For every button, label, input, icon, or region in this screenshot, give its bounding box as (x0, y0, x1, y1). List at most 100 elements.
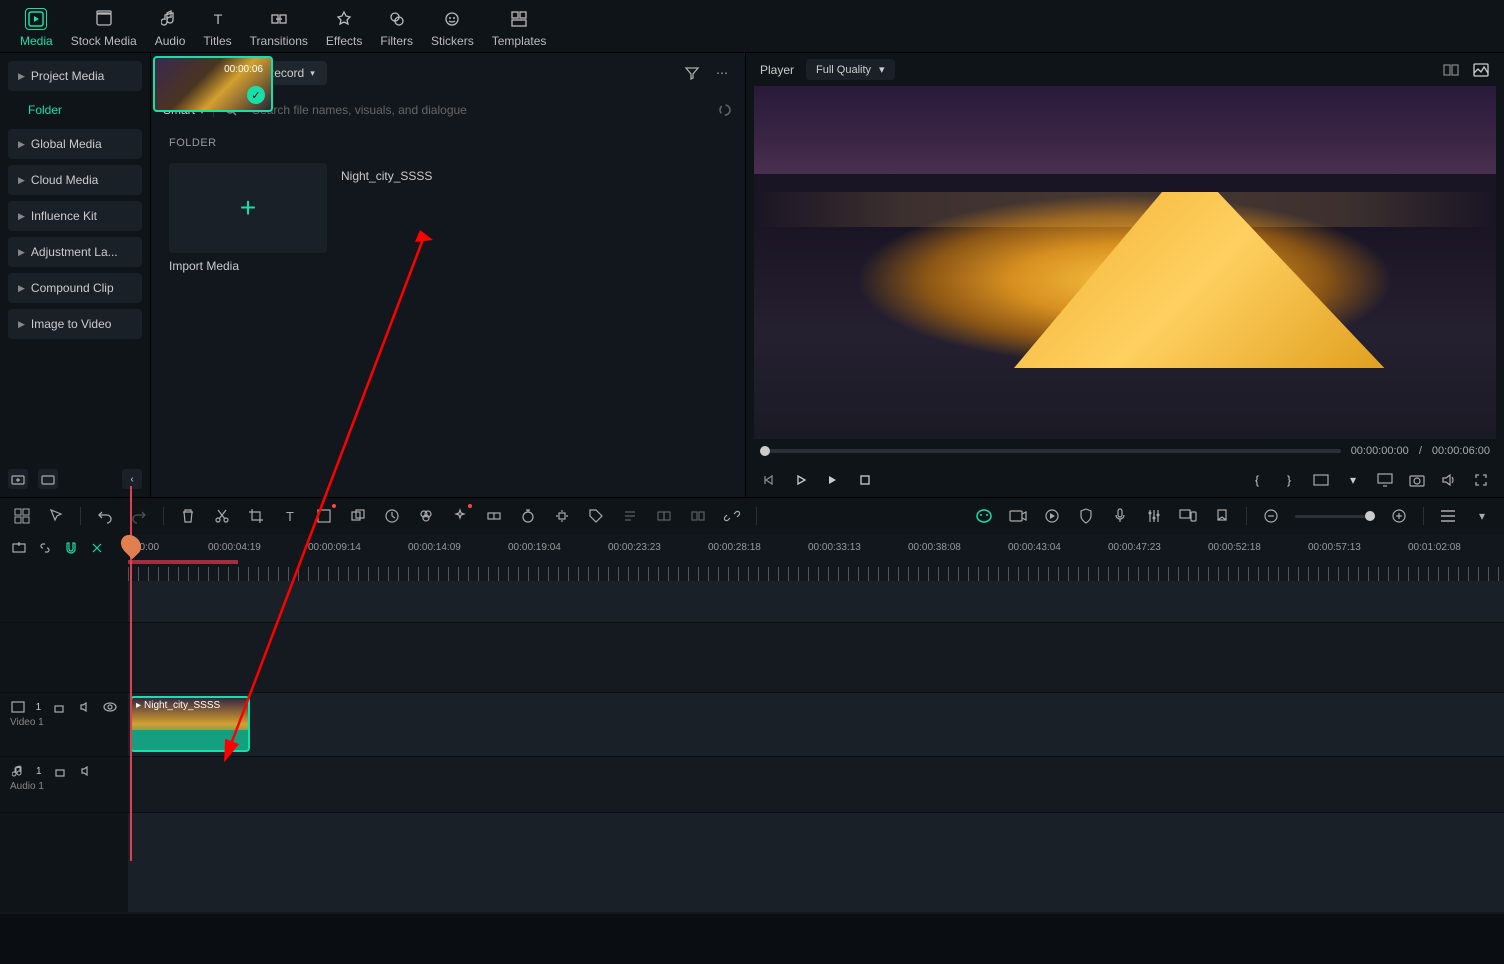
media-panel: Import▾ Record▾ ⋯ Smart▾ FOLDER + Import… (150, 53, 745, 497)
fullscreen-icon[interactable] (1472, 471, 1490, 489)
cursor-icon[interactable] (46, 506, 66, 526)
sidebar-item-influence-kit[interactable]: ▶Influence Kit (8, 201, 142, 231)
mic-icon[interactable] (1110, 506, 1130, 526)
mark-in-button[interactable]: { (1248, 471, 1266, 489)
play-button[interactable] (792, 471, 810, 489)
plus-icon: + (240, 192, 256, 224)
view-dropdown-icon[interactable]: ▾ (1472, 506, 1492, 526)
sidebar-item-adjustment-layer[interactable]: ▶Adjustment La... (8, 237, 142, 267)
keyframe-button[interactable] (484, 506, 504, 526)
tab-effects[interactable]: Effects (326, 8, 362, 48)
crop-zoom-button[interactable] (314, 506, 334, 526)
tab-audio[interactable]: Audio (155, 8, 186, 48)
timeline-clip[interactable]: ▸Night_city_SSSS (130, 696, 250, 752)
zoom-in-button[interactable] (1389, 506, 1409, 526)
chevron-right-icon: ▶ (18, 71, 25, 82)
redo-button[interactable] (129, 506, 149, 526)
color-button[interactable] (416, 506, 436, 526)
chevron-down-icon[interactable]: ▾ (1344, 471, 1362, 489)
new-folder-icon[interactable] (8, 469, 28, 489)
tab-stickers[interactable]: Stickers (431, 8, 474, 48)
sidebar-item-global-media[interactable]: ▶Global Media (8, 129, 142, 159)
devices-icon[interactable] (1178, 506, 1198, 526)
visibility-icon[interactable] (102, 699, 118, 715)
import-media-card[interactable]: + (169, 163, 327, 253)
filter-icon[interactable] (681, 62, 703, 84)
time-sep: / (1419, 445, 1422, 457)
scrub-slider[interactable] (760, 449, 1341, 453)
list-view-icon[interactable] (1438, 506, 1458, 526)
tab-media[interactable]: Media (20, 8, 53, 48)
prev-frame-button[interactable] (760, 471, 778, 489)
tab-stock-media[interactable]: Stock Media (71, 8, 137, 48)
image-icon[interactable] (1472, 61, 1490, 79)
mute-track-icon[interactable] (78, 763, 94, 779)
zoom-out-button[interactable] (1261, 506, 1281, 526)
tab-transitions[interactable]: Transitions (250, 8, 308, 48)
align-button[interactable] (620, 506, 640, 526)
video-track-label: Video 1 (10, 717, 118, 728)
face-icon[interactable] (974, 506, 994, 526)
grid-icon[interactable] (12, 506, 32, 526)
text-button[interactable]: T (280, 506, 300, 526)
shield-icon[interactable] (1076, 506, 1096, 526)
chevron-down-icon: ▾ (879, 63, 885, 76)
ai-button[interactable] (450, 506, 470, 526)
crop-button[interactable] (246, 506, 266, 526)
ungroup-button[interactable] (688, 506, 708, 526)
snapshot-icon[interactable] (1408, 471, 1426, 489)
folder-icon[interactable] (38, 469, 58, 489)
video-track[interactable]: ▸Night_city_SSSS (128, 693, 1504, 756)
mute-track-icon[interactable] (77, 699, 93, 715)
timeline-ruler[interactable]: 00:00 00:00:04:19 00:00:09:14 00:00:14:0… (128, 534, 1504, 582)
volume-icon[interactable] (1440, 471, 1458, 489)
auto-cut-icon[interactable] (88, 539, 106, 557)
zoom-slider[interactable] (1295, 515, 1375, 518)
unlink-button[interactable] (722, 506, 742, 526)
display-icon[interactable] (1376, 471, 1394, 489)
compare-icon[interactable] (1442, 61, 1460, 79)
marker-icon[interactable] (1212, 506, 1232, 526)
mixer-icon[interactable] (1144, 506, 1164, 526)
sidebar-item-compound-clip[interactable]: ▶Compound Clip (8, 273, 142, 303)
tab-filters[interactable]: Filters (380, 8, 413, 48)
mask-button[interactable] (348, 506, 368, 526)
playback-icon[interactable] (1042, 506, 1062, 526)
search-input[interactable] (248, 99, 707, 121)
add-track-icon[interactable] (10, 539, 28, 557)
lock-track-icon[interactable] (51, 699, 67, 715)
stop-button[interactable] (856, 471, 874, 489)
folder-section-label: FOLDER (151, 127, 745, 155)
track-motion-button[interactable] (552, 506, 572, 526)
undo-button[interactable] (95, 506, 115, 526)
cut-button[interactable] (212, 506, 232, 526)
audio-track[interactable] (128, 757, 1504, 812)
tab-titles[interactable]: TTitles (203, 8, 231, 48)
playhead[interactable] (130, 486, 132, 861)
sidebar-item-cloud-media[interactable]: ▶Cloud Media (8, 165, 142, 195)
lock-track-icon[interactable] (52, 763, 68, 779)
sidebar-item-image-to-video[interactable]: ▶Image to Video (8, 309, 142, 339)
tag-button[interactable] (586, 506, 606, 526)
group-button[interactable] (654, 506, 674, 526)
current-time: 00:00:00:00 (1351, 445, 1409, 457)
play-forward-button[interactable] (824, 471, 842, 489)
delete-button[interactable] (178, 506, 198, 526)
clip-duration: 00:00:06 (224, 64, 263, 75)
link-track-icon[interactable] (36, 539, 54, 557)
timer-button[interactable] (518, 506, 538, 526)
camera-icon[interactable] (1008, 506, 1028, 526)
ratio-dropdown[interactable] (1312, 471, 1330, 489)
more-icon[interactable]: ⋯ (711, 62, 733, 84)
sidebar-sub-folder[interactable]: Folder (8, 97, 142, 123)
player-viewport[interactable] (754, 86, 1496, 439)
speed-button[interactable] (382, 506, 402, 526)
sidebar-item-project-media[interactable]: ▶Project Media (8, 61, 142, 91)
mark-out-button[interactable]: } (1280, 471, 1298, 489)
chevron-right-icon: ▶ (18, 247, 25, 258)
media-clip-thumbnail[interactable]: 00:00:06 ✓ (153, 56, 273, 112)
tab-templates[interactable]: Templates (492, 8, 547, 48)
collapse-sidebar-button[interactable]: ‹ (122, 469, 142, 489)
quality-dropdown[interactable]: Full Quality▾ (806, 59, 895, 80)
magnet-icon[interactable] (62, 539, 80, 557)
